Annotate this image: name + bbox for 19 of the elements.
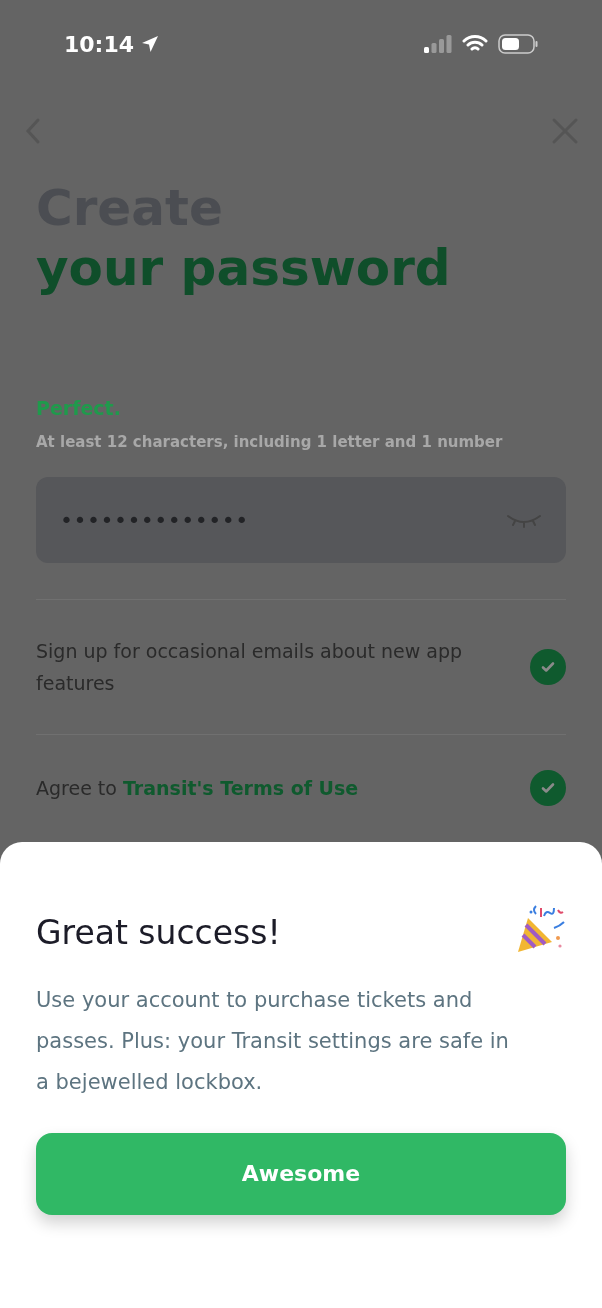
check-icon: [540, 780, 556, 796]
status-time: 10:14: [64, 30, 135, 59]
checkbox[interactable]: [530, 649, 566, 685]
password-status: Perfect.: [36, 396, 122, 421]
page-title: your password: [36, 238, 452, 298]
password-field[interactable]: ••••••••••••••: [36, 477, 566, 563]
option-label: Sign up for occasional emails about new app features: [36, 639, 464, 696]
sheet-message: Use your account to purchase tickets and passes. Plus: your Transit settings are safe in a bejewelled lockbox.: [36, 986, 510, 1096]
terms-link[interactable]: Transit's Terms of Use: [123, 777, 359, 799]
password-value: ••••••••••••••: [60, 506, 249, 535]
battery-icon: [498, 34, 538, 54]
checkbox[interactable]: [530, 770, 566, 806]
location-arrow-icon: [140, 34, 161, 54]
sheet-title: Great success!: [36, 912, 281, 954]
awesome-button[interactable]: Awesome: [36, 1132, 566, 1215]
terms-agreement: Agree to Transit's Terms of Use: [36, 776, 359, 801]
signal-icon: [424, 35, 452, 53]
check-icon: [540, 659, 556, 675]
password-hint: At least 12 characters, including 1 letter and 1 number: [36, 431, 504, 453]
